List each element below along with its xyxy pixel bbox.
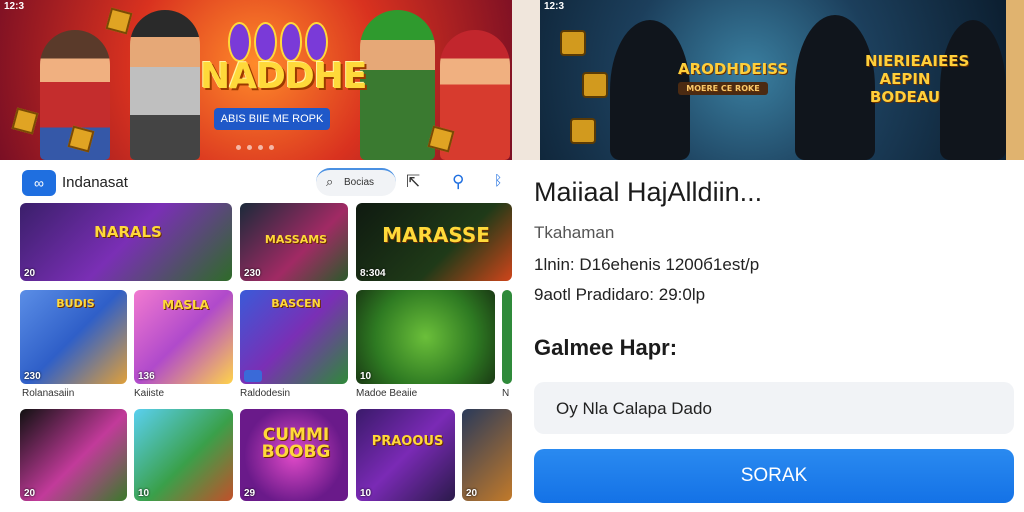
tile-badge: 20 <box>466 488 478 499</box>
cube-decoration <box>105 7 133 35</box>
app-name: Indanasat <box>62 174 128 191</box>
game-tile[interactable]: 10 <box>356 290 495 384</box>
field-value: Oy Nla Calapa Dado <box>556 399 712 418</box>
carousel-dots[interactable] <box>236 145 274 150</box>
game-tile[interactable]: BUDIS 230 <box>20 290 127 384</box>
tile-title: MARASSE <box>382 222 490 247</box>
cube-decoration <box>560 30 586 56</box>
status-time: 12:3 <box>544 0 565 12</box>
game-logo-right: NIERIEAIEES AEPIN BODEAU <box>865 52 970 106</box>
tile-badge: 136 <box>138 371 155 382</box>
cube-decoration <box>570 118 596 144</box>
search-icon: ⌕ <box>326 174 334 189</box>
text-field[interactable]: Oy Nla Calapa Dado <box>534 382 1014 434</box>
character-image <box>130 10 200 160</box>
tile-badge: 20 <box>24 488 36 499</box>
share-icon[interactable]: ⇱ <box>406 172 420 192</box>
tile-badge: 10 <box>360 488 372 499</box>
search-icon[interactable]: ⚲ <box>452 172 464 192</box>
game-tile[interactable]: 10 <box>134 409 233 501</box>
left-hero-banner[interactable]: 12:3 NADDHE ABIS BIIE ME ROPK <box>0 0 512 160</box>
status-time: 12:3 <box>4 0 25 12</box>
cube-decoration <box>11 107 39 135</box>
game-subtitle: Tkahaman <box>534 223 615 242</box>
search-label: Bocias <box>344 177 375 188</box>
cube-decoration <box>582 72 608 98</box>
right-hero-banner[interactable]: 12:3 ARODHDEISS MOERE CE ROKE NIERIEAIEE… <box>540 0 1006 160</box>
status-bar: 12:3 <box>544 0 570 12</box>
character-image <box>360 10 435 160</box>
tile-badge: 10 <box>360 371 372 382</box>
divider <box>512 0 540 160</box>
game-logo: ARODHDEISS MOERE CE ROKE <box>678 60 789 95</box>
tile-title: MASLA <box>162 298 209 313</box>
game-tile[interactable]: MASSAMS 230 <box>240 203 348 281</box>
tile-badge: 230 <box>24 371 41 382</box>
status-bar: 12:3 <box>4 0 30 12</box>
game-logo-subtitle: ABIS BIIE ME ROPK <box>214 108 330 130</box>
tile-caption: Raldodesin <box>240 388 291 399</box>
game-tile[interactable]: MASLA 136 <box>134 290 233 384</box>
game-info-line: 1lnin: D16ehenis 1200б1est/p <box>534 255 760 274</box>
game-tile[interactable]: CUMMI BOOBG 29 <box>240 409 348 501</box>
tile-title: BASCEN <box>271 296 321 310</box>
game-tile[interactable] <box>502 290 512 384</box>
section-heading: Galmee Hapr: <box>534 335 678 360</box>
tile-title: MASSAMS <box>264 233 328 247</box>
bluetooth-icon[interactable]: ᛒ <box>494 172 502 188</box>
tile-caption: N <box>502 388 510 399</box>
tile-badge: 10 <box>138 488 150 499</box>
game-logo: NADDHE <box>200 56 367 97</box>
tile-badge: 20 <box>24 268 36 279</box>
primary-button[interactable]: SORAK <box>534 449 1014 503</box>
banner-edge <box>1006 0 1024 160</box>
character-image <box>940 20 1006 160</box>
tile-badge: 8:304 <box>360 268 386 279</box>
tile-title: NARALS <box>94 222 162 241</box>
tile-badge <box>244 370 262 382</box>
tile-title: CUMMI BOOBG <box>261 425 331 463</box>
tile-title: BUDIS <box>56 296 95 310</box>
character-image <box>795 15 875 160</box>
game-tile[interactable]: 20 <box>462 409 512 501</box>
game-tile[interactable]: MARASSE 8:304 <box>356 203 512 281</box>
tile-caption: Rolanasaiin <box>22 388 75 399</box>
game-tile[interactable]: 20 <box>20 409 127 501</box>
game-title: Maiiaal HajAlldiin... <box>534 177 763 207</box>
tile-caption: Madoe Beaiie <box>356 388 418 399</box>
tile-caption: Kaiiste <box>134 388 165 399</box>
app-bar: ∞ Indanasat ⌕ Bocias ⇱ ⚲ ᛒ <box>0 162 512 204</box>
app-logo-icon[interactable]: ∞ <box>22 170 56 196</box>
tile-badge: 29 <box>244 488 256 499</box>
tile-badge: 230 <box>244 268 261 279</box>
tile-title: PRAOOUS <box>371 433 444 449</box>
search-input[interactable]: ⌕ Bocias <box>316 168 396 196</box>
game-info-line: 9aotl Pradidaro: 29:0lp <box>534 285 706 304</box>
game-tile[interactable]: PRAOOUS 10 <box>356 409 455 501</box>
game-tile[interactable]: BASCEN <box>240 290 348 384</box>
game-tile[interactable]: NARALS 20 <box>20 203 232 281</box>
